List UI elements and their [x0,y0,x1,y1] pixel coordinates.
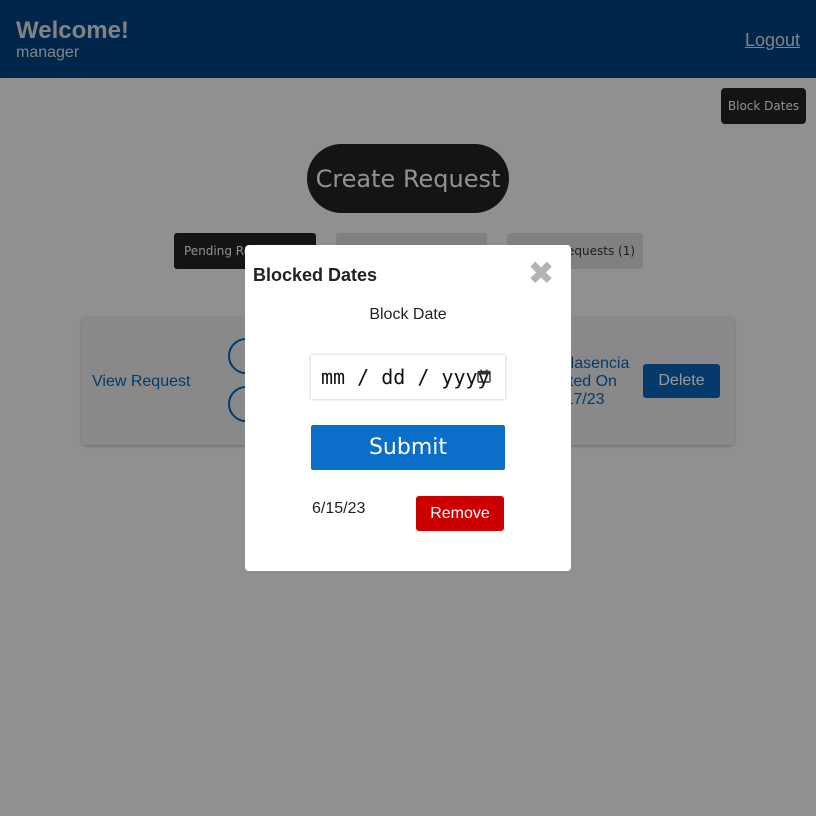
modal-title: Blocked Dates [253,265,378,285]
date-placeholder: mm / dd / yyyy [321,365,490,389]
block-date-label: Block Date [369,306,447,323]
calendar-icon[interactable] [477,369,491,383]
submit-button[interactable]: Submit [311,425,505,470]
close-icon[interactable]: ✖ [525,257,557,289]
blocked-date-value: 6/15/23 [312,500,366,517]
remove-date-button[interactable]: Remove [416,496,504,531]
blocked-dates-modal: Blocked Dates ✖ Block Date mm / dd / yyy… [245,245,571,571]
block-date-input[interactable]: mm / dd / yyyy [311,355,505,399]
